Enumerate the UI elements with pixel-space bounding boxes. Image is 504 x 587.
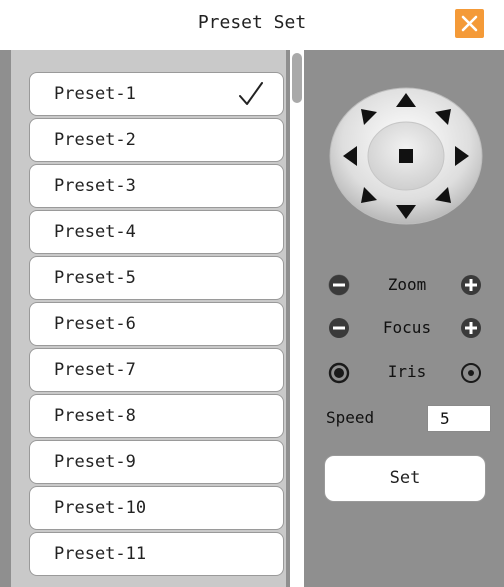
preset-label: Preset-10 [54, 498, 147, 518]
ptz-direction-pad [328, 86, 484, 226]
preset-item[interactable]: Preset-1 [29, 72, 284, 116]
focus-near-icon[interactable] [328, 317, 350, 339]
preset-item[interactable]: Preset-7 [29, 348, 284, 392]
scrollbar[interactable] [290, 50, 304, 587]
zoom-in-icon[interactable] [460, 274, 482, 296]
preset-item[interactable]: Preset-10 [29, 486, 284, 530]
preset-label: Preset-1 [54, 84, 136, 104]
pan-up-right-icon[interactable] [434, 108, 452, 126]
preset-item[interactable]: Preset-4 [29, 210, 284, 254]
speed-label: Speed [326, 408, 375, 427]
preset-label: Preset-7 [54, 360, 136, 380]
pan-up-left-icon[interactable] [360, 108, 378, 126]
preset-label: Preset-5 [54, 268, 136, 288]
pan-down-icon[interactable] [395, 204, 417, 220]
pan-left-icon[interactable] [342, 145, 358, 167]
preset-item[interactable]: Preset-2 [29, 118, 284, 162]
iris-close-icon[interactable] [328, 362, 350, 384]
focus-far-icon[interactable] [460, 317, 482, 339]
focus-label: Focus [382, 318, 432, 337]
pan-up-icon[interactable] [395, 92, 417, 108]
set-button[interactable]: Set [324, 455, 486, 502]
iris-label: Iris [387, 362, 427, 381]
preset-item[interactable]: Preset-11 [29, 532, 284, 576]
preset-item[interactable]: Preset-8 [29, 394, 284, 438]
preset-label: Preset-11 [54, 544, 147, 564]
zoom-out-icon[interactable] [328, 274, 350, 296]
checkmark-icon [239, 82, 263, 105]
preset-label: Preset-8 [54, 406, 136, 426]
scrollbar-thumb[interactable] [292, 53, 302, 103]
iris-open-icon[interactable] [460, 362, 482, 384]
close-button[interactable] [455, 9, 484, 38]
preset-label: Preset-4 [54, 222, 136, 242]
zoom-label: Zoom [387, 275, 427, 294]
preset-item[interactable]: Preset-3 [29, 164, 284, 208]
preset-item[interactable]: Preset-6 [29, 302, 284, 346]
preset-list-viewport: Preset-1 Preset-2 Preset-3 Preset-4 Preset-5… [11, 50, 286, 582]
close-icon [461, 15, 478, 32]
pan-down-left-icon[interactable] [360, 186, 378, 204]
speed-input[interactable] [427, 405, 491, 432]
pan-right-icon[interactable] [454, 145, 470, 167]
dialog-title: Preset Set [197, 12, 307, 33]
preset-label: Preset-6 [54, 314, 136, 334]
stop-icon[interactable] [398, 148, 414, 164]
preset-label: Preset-9 [54, 452, 136, 472]
title-bar: Preset Set [0, 0, 504, 46]
preset-label: Preset-3 [54, 176, 136, 196]
pan-down-right-icon[interactable] [434, 186, 452, 204]
preset-item[interactable]: Preset-5 [29, 256, 284, 300]
preset-label: Preset-2 [54, 130, 136, 150]
preset-item[interactable]: Preset-9 [29, 440, 284, 484]
